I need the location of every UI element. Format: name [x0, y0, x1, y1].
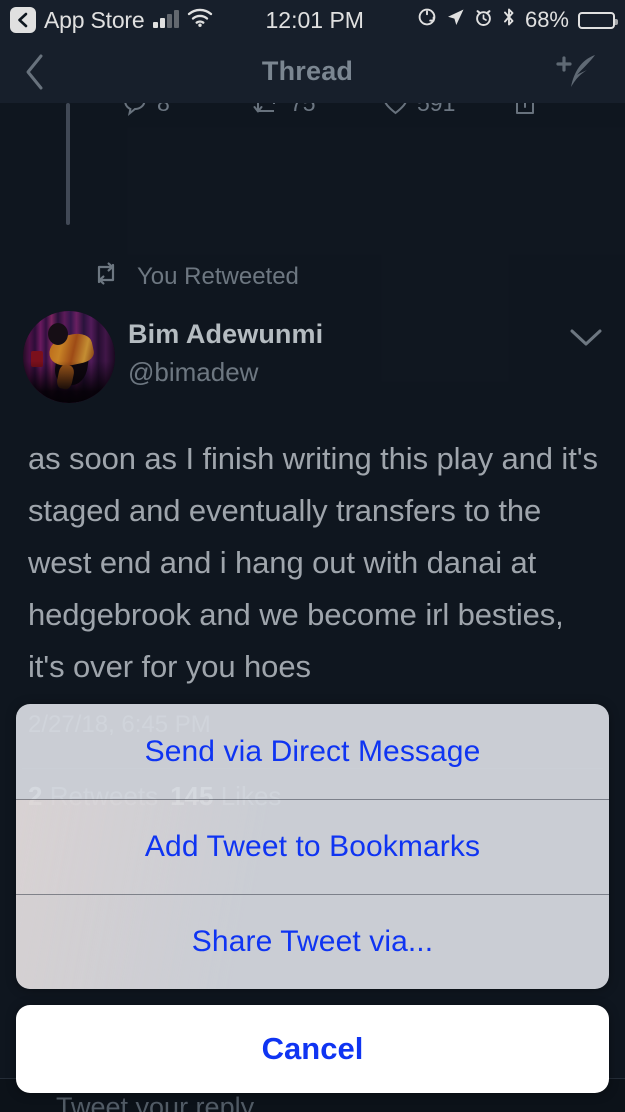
action-sheet: Send via Direct Message Add Tweet to Boo… [16, 704, 609, 989]
phone-screen: App Store 12:01 PM 68% Thread You Retwee… [0, 0, 625, 1112]
cancel-button[interactable]: Cancel [16, 1005, 609, 1093]
sheet-option-add-tweet-to-bookmarks[interactable]: Add Tweet to Bookmarks [16, 799, 609, 894]
sheet-option-send-via-direct-message[interactable]: Send via Direct Message [16, 704, 609, 799]
sheet-option-share-tweet-via[interactable]: Share Tweet via... [16, 894, 609, 989]
